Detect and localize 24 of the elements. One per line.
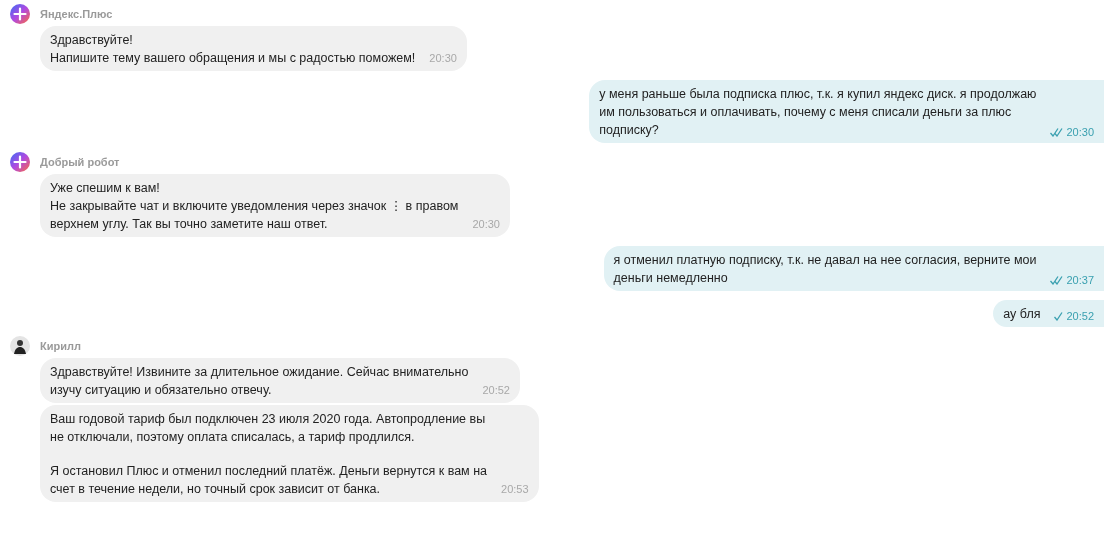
check-icon: [1054, 311, 1064, 321]
message-time: 20:52: [482, 383, 510, 398]
message-text: Я остановил Плюс и отменил последний платёж. Деньги вернутся к вам на счет в течение недели, но точный срок зависит от банка.: [50, 463, 487, 498]
message-time: 20:37: [1066, 273, 1094, 288]
message-text: Здравствуйте! Напишите тему вашего обращения и мы с радостью поможем!: [50, 32, 416, 67]
message-text: Ваш годовой тариф был подключен 23 июля 2020 года. Автопродление вы не отключали, поэтому оплата списалась, а тариф продлился.: [50, 411, 487, 446]
message-text: Здравствуйте! Извините за длительное ожидание. Сейчас внимательно изучу ситуацию и обязательно отвечу.: [50, 364, 469, 399]
message-time: 20:30: [1066, 125, 1094, 140]
plus-logo-icon: [10, 4, 30, 24]
double-check-icon: [1050, 127, 1064, 137]
message-text: Уже спешим к вам! Не закрывайте чат и включите уведомления через значок ⋮ в правом верхнем углу. Так вы точно заметите наш ответ.: [50, 180, 459, 233]
sender-name: Добрый робот: [40, 156, 120, 168]
message-time: 20:30: [429, 51, 457, 66]
message-text: я отменил платную подписку, т.к. не давал на нее согласия, верните мои деньги немедленно: [613, 252, 1037, 287]
message-text: ау бля: [1003, 306, 1041, 323]
message-time: 20:53: [501, 482, 529, 497]
plus-logo-icon: [10, 152, 30, 172]
message-text: у меня раньше была подписка плюс, т.к. я купил яндекс диск. я продолжаю им пользоваться и оплачивать, почему с меня списали деньги за плюс подписку?: [599, 86, 1037, 139]
avatar-icon: [10, 336, 30, 356]
double-check-icon: [1050, 275, 1064, 285]
message-time: 20:30: [472, 217, 500, 232]
sender-name: Яндекс.Плюс: [40, 8, 113, 20]
message-time: 20:52: [1066, 309, 1094, 324]
sender-name: Кирилл: [40, 340, 81, 352]
